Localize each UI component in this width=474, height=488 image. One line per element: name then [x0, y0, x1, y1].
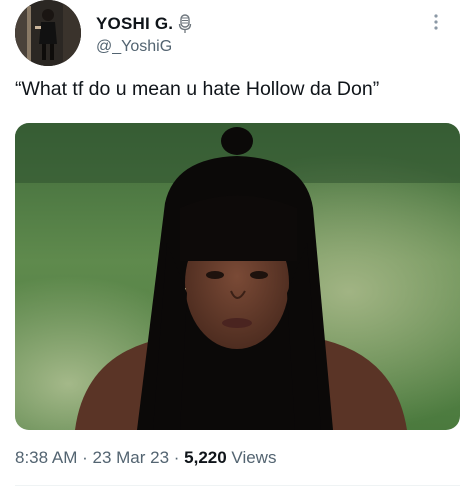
- tweet-container: YOSHI G. @_YoshiG “What tf do u mean u h…: [0, 0, 474, 488]
- meta-separator: ·: [77, 448, 93, 467]
- more-options-icon[interactable]: [430, 12, 442, 32]
- display-name-text: YOSHI G.: [96, 14, 174, 33]
- tweet-text: “What tf do u mean u hate Hollow da Don”: [15, 78, 380, 100]
- meta-separator: ·: [169, 448, 185, 467]
- views-count[interactable]: 5,220: [184, 448, 227, 467]
- tweet-photo[interactable]: [15, 123, 460, 430]
- user-handle[interactable]: @_YoshiG: [96, 38, 172, 56]
- divider: [15, 485, 460, 486]
- avatar[interactable]: [15, 0, 81, 66]
- microphone-icon: [178, 14, 192, 34]
- display-name[interactable]: YOSHI G.: [96, 14, 192, 34]
- views-label: Views: [226, 448, 277, 467]
- tweet-date[interactable]: 23 Mar 23: [92, 448, 169, 467]
- tweet-meta: 8:38 AM · 23 Mar 23 · 5,220 Views: [15, 448, 276, 468]
- tweet-time[interactable]: 8:38 AM: [15, 448, 77, 467]
